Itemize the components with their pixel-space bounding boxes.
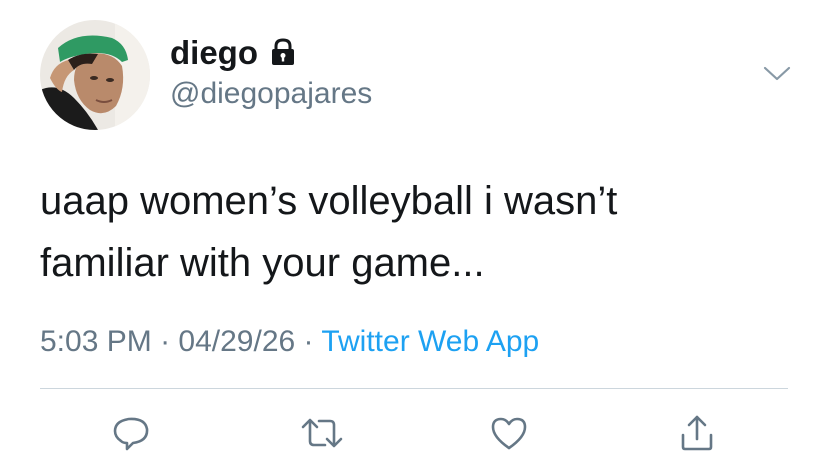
lock-icon [272, 38, 294, 65]
tweet-text: uaap women’s volleyball i wasn’t familia… [40, 170, 800, 294]
tweet-text-line: uaap women’s volleyball i wasn’t [40, 179, 618, 223]
avatar[interactable] [40, 20, 150, 130]
retweet-icon [301, 418, 343, 448]
author-name-row[interactable]: diego [170, 30, 298, 74]
author-handle[interactable]: @diegopajares [170, 77, 372, 110]
tweet-source-link[interactable]: Twitter Web App [321, 325, 539, 358]
meta-separator: · [160, 325, 171, 358]
share-button[interactable] [674, 410, 720, 456]
reply-icon [113, 417, 149, 451]
tweet-meta: 5:03 PM · 04/29/26 · Twitter Web App [40, 324, 539, 360]
chevron-down-icon[interactable] [762, 62, 792, 91]
tweet-time[interactable]: 5:03 PM [40, 325, 152, 358]
reply-button[interactable] [108, 410, 154, 456]
like-button[interactable] [486, 410, 532, 456]
tweet-actions [0, 410, 828, 456]
share-icon [681, 415, 713, 451]
like-icon [491, 417, 527, 450]
retweet-button[interactable] [299, 410, 345, 456]
divider [40, 388, 788, 389]
meta-separator: · [303, 325, 314, 358]
tweet-text-line: familiar with your game... [40, 241, 485, 285]
tweet-date[interactable]: 04/29/26 [178, 325, 295, 358]
author-display-name[interactable]: diego [170, 36, 258, 69]
